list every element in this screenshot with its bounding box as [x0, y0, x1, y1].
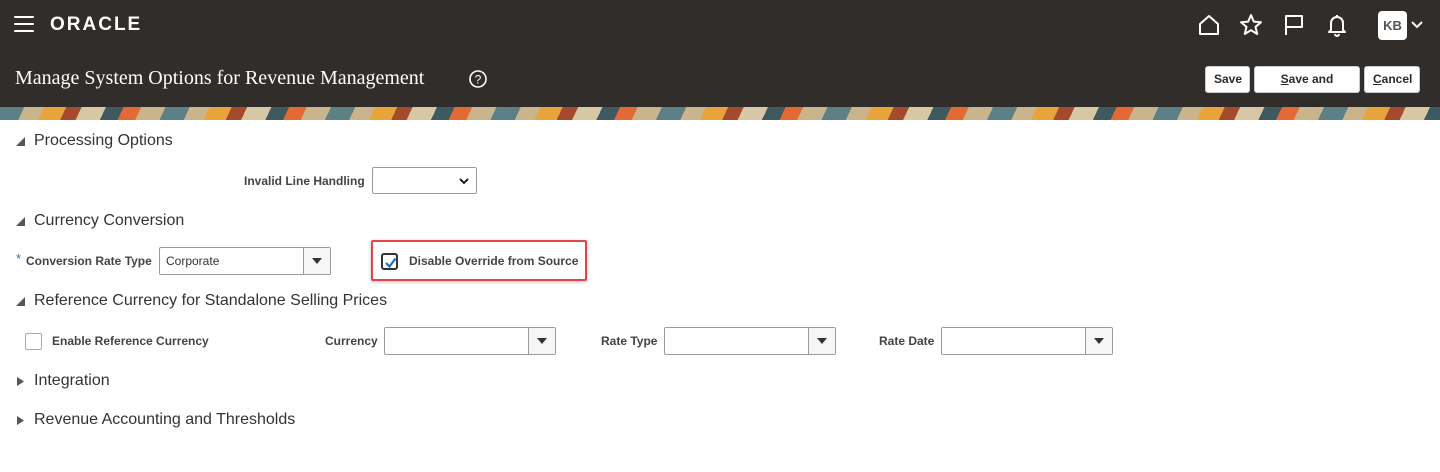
- collapse-triangle-icon[interactable]: [16, 296, 25, 306]
- section-currency-conversion[interactable]: Currency Conversion: [16, 210, 184, 232]
- global-header: ORACLE KB: [0, 0, 1440, 52]
- rate-type-label: Rate Type: [601, 334, 658, 348]
- section-title: Currency Conversion: [34, 212, 185, 229]
- expand-triangle-icon[interactable]: [16, 376, 25, 386]
- disable-override-checkbox[interactable]: [381, 253, 398, 270]
- currency-combobox[interactable]: [384, 327, 556, 355]
- home-icon[interactable]: [1196, 12, 1222, 38]
- star-icon[interactable]: [1238, 12, 1264, 38]
- save-button[interactable]: Save: [1205, 66, 1250, 93]
- invalid-line-handling-label: Invalid Line Handling: [244, 174, 365, 188]
- dropdown-arrow-icon[interactable]: [303, 248, 330, 274]
- collapse-triangle-icon[interactable]: [16, 136, 25, 146]
- chevron-down-icon[interactable]: [1410, 18, 1424, 32]
- save-and-close-button[interactable]: Save and Close: [1254, 66, 1360, 111]
- rate-date-combobox[interactable]: [941, 327, 1113, 355]
- help-icon[interactable]: ?: [468, 69, 488, 89]
- invalid-line-handling-select[interactable]: [372, 167, 477, 194]
- oracle-logo: ORACLE: [50, 14, 143, 35]
- enable-reference-currency-label: Enable Reference Currency: [52, 334, 209, 348]
- avatar[interactable]: KB: [1378, 11, 1407, 40]
- dropdown-arrow-icon[interactable]: [1085, 328, 1112, 354]
- dropdown-arrow-icon[interactable]: [808, 328, 835, 354]
- rate-date-label: Rate Date: [879, 334, 935, 348]
- conversion-rate-type-label: Conversion Rate Type: [26, 254, 152, 268]
- rate-type-combobox[interactable]: [664, 327, 836, 355]
- collapse-triangle-icon[interactable]: [16, 216, 25, 226]
- section-title: Processing Options: [34, 132, 173, 149]
- bell-icon[interactable]: [1324, 12, 1350, 38]
- cancel-button[interactable]: Cancel: [1364, 66, 1420, 93]
- section-processing-options[interactable]: Processing Options: [16, 130, 173, 152]
- dropdown-arrow-icon[interactable]: [528, 328, 555, 354]
- page-title: Manage System Options for Revenue Manage…: [15, 67, 425, 89]
- enable-reference-currency-checkbox[interactable]: [25, 333, 42, 350]
- chevron-down-icon: [459, 178, 469, 185]
- section-integration[interactable]: Integration: [16, 370, 110, 392]
- section-reference-currency[interactable]: Reference Currency for Standalone Sellin…: [16, 290, 387, 312]
- page-title-bar: Manage System Options for Revenue Manage…: [0, 52, 1440, 111]
- menu-icon[interactable]: [14, 16, 34, 32]
- check-icon: [385, 257, 397, 269]
- svg-text:?: ?: [475, 73, 482, 87]
- decorative-banner: [0, 107, 1440, 120]
- conversion-rate-type-value: Corporate: [166, 254, 220, 268]
- disable-override-label: Disable Override from Source: [409, 254, 579, 268]
- currency-label: Currency: [325, 334, 378, 348]
- conversion-rate-type-combobox[interactable]: Corporate: [159, 247, 331, 275]
- section-revenue-accounting[interactable]: Revenue Accounting and Thresholds: [16, 409, 295, 431]
- section-title: Integration: [34, 372, 110, 389]
- flag-icon[interactable]: [1281, 12, 1307, 38]
- section-title: Revenue Accounting and Thresholds: [34, 411, 296, 428]
- required-marker: *: [16, 251, 22, 266]
- expand-triangle-icon[interactable]: [16, 415, 25, 425]
- section-title: Reference Currency for Standalone Sellin…: [34, 292, 388, 309]
